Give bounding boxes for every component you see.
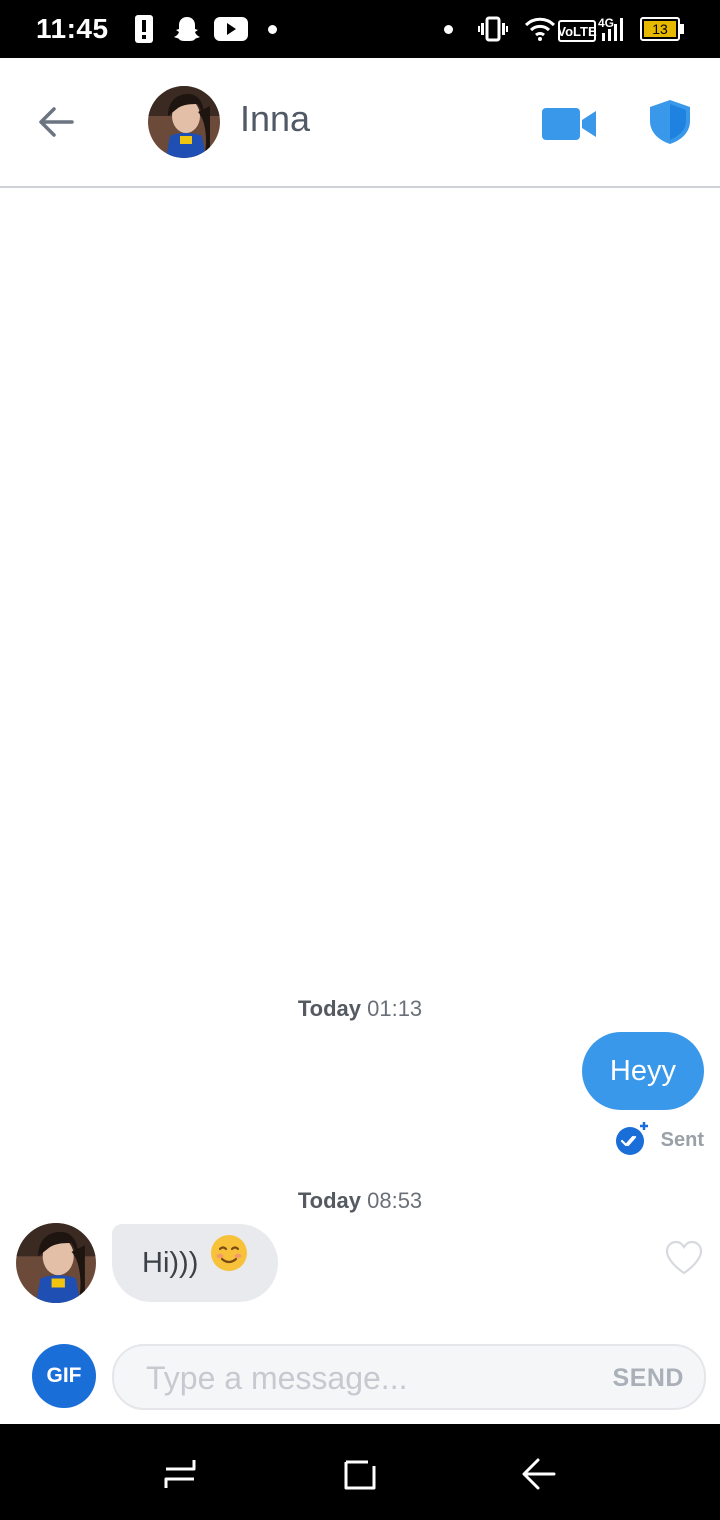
battery-level: 13 (652, 21, 668, 37)
video-call-icon[interactable] (542, 108, 598, 145)
wifi-icon (524, 16, 556, 47)
dot-icon (444, 25, 453, 34)
incoming-message[interactable]: Hi))) (112, 1224, 279, 1302)
volte-label: VoLTE (558, 24, 597, 39)
dot-icon (268, 25, 277, 34)
timestamp: Today 01:13 (0, 996, 720, 1022)
like-heart-icon[interactable] (664, 1240, 704, 1281)
volte-4g-signal-icon: VoLTE 4G (557, 14, 630, 49)
timestamp-day: Today (297, 996, 361, 1021)
avatar[interactable] (16, 1223, 96, 1303)
home-icon[interactable] (342, 1456, 378, 1497)
back-icon[interactable] (520, 1456, 558, 1497)
timestamp: Today 08:53 (0, 1188, 720, 1214)
snapchat-icon (172, 15, 202, 48)
smiling-face-icon (210, 1224, 248, 1302)
back-arrow-icon[interactable] (36, 104, 76, 145)
chat-header: Inna (0, 58, 720, 188)
outgoing-message[interactable]: Heyy (581, 1032, 704, 1110)
vibrate-icon (478, 16, 508, 47)
read-receipt-icon (615, 1120, 649, 1161)
contact-name[interactable]: Inna (240, 98, 310, 140)
sent-label: Sent (660, 1128, 704, 1151)
timestamp-time: 01:13 (367, 996, 423, 1021)
avatar[interactable] (148, 86, 220, 158)
battery-icon: 13 (640, 16, 686, 47)
alert-icon (134, 14, 154, 49)
send-button[interactable]: SEND (613, 1364, 684, 1393)
message-placeholder: Type a message... (146, 1360, 408, 1396)
status-bar: 11:45 VoLTE 4G 13 (0, 0, 720, 58)
incoming-message-text: Hi))) (142, 1247, 199, 1279)
shield-icon[interactable] (650, 100, 690, 149)
navigation-bar (0, 1424, 720, 1520)
message-input[interactable]: Type a message... SEND (112, 1344, 706, 1410)
gif-button[interactable]: GIF (32, 1344, 96, 1408)
youtube-icon (214, 17, 248, 46)
message-status: Sent (615, 1120, 704, 1161)
timestamp-time: 08:53 (367, 1188, 423, 1213)
timestamp-day: Today (297, 1188, 361, 1213)
recents-icon[interactable] (162, 1456, 198, 1497)
status-time: 11:45 (36, 13, 109, 44)
network-label: 4G (598, 16, 614, 30)
